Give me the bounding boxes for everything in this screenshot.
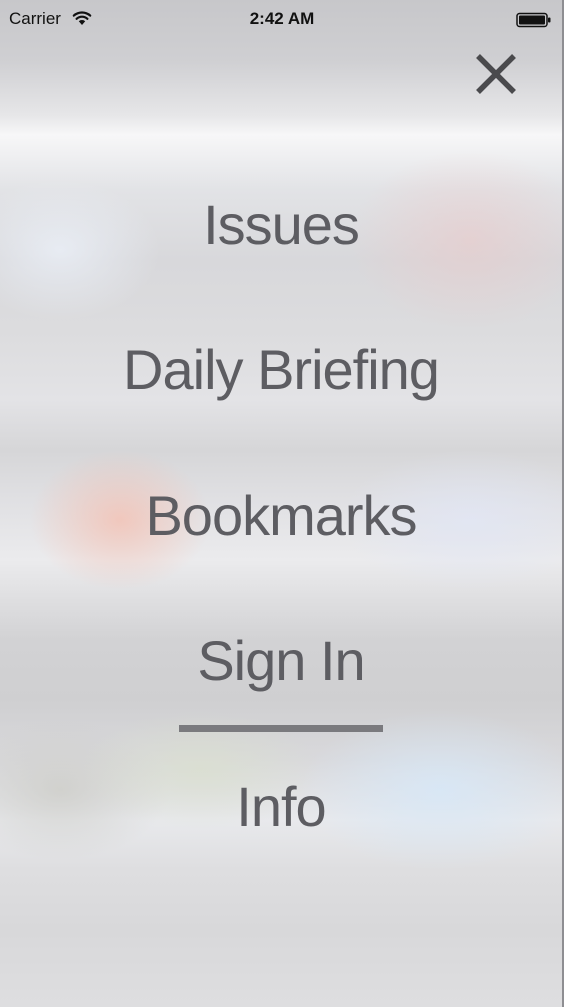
close-icon xyxy=(476,54,516,94)
menu-item-sign-in[interactable]: Sign In xyxy=(0,626,562,696)
status-bar: Carrier 2:42 AM xyxy=(0,0,564,40)
battery-icon xyxy=(516,12,551,28)
selected-item-underline xyxy=(179,725,383,732)
menu-item-daily-briefing[interactable]: Daily Briefing xyxy=(0,335,562,405)
menu-item-info[interactable]: Info xyxy=(0,772,562,842)
menu-item-bookmarks[interactable]: Bookmarks xyxy=(0,481,562,551)
status-time: 2:42 AM xyxy=(249,9,315,28)
menu-screen: Carrier 2:42 AM Issues Daily Briefing Bo… xyxy=(0,0,564,1007)
menu-item-issues[interactable]: Issues xyxy=(0,190,562,260)
close-button[interactable] xyxy=(470,50,522,102)
